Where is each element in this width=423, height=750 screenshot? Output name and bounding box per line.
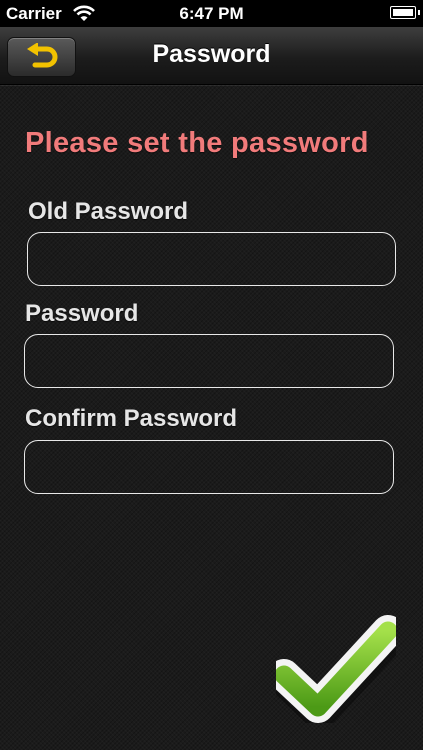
confirm-button[interactable] [268, 613, 407, 730]
password-label: Password [25, 300, 139, 327]
password-headline: Please set the password [25, 127, 369, 159]
battery-tip [418, 10, 420, 15]
status-bar: Carrier 6:47 PM [0, 0, 423, 27]
page-title: Password [152, 40, 271, 68]
password-field[interactable] [24, 334, 394, 388]
navigation-bar: Password [0, 27, 423, 85]
old-password-label: Old Password [28, 198, 189, 225]
battery-icon [390, 6, 416, 19]
checkmark-icon [268, 615, 407, 730]
status-time: 6:47 PM [179, 4, 244, 23]
confirm-password-field[interactable] [24, 440, 394, 494]
confirm-password-label: Confirm Password [25, 405, 238, 432]
old-password-field[interactable] [27, 232, 396, 286]
